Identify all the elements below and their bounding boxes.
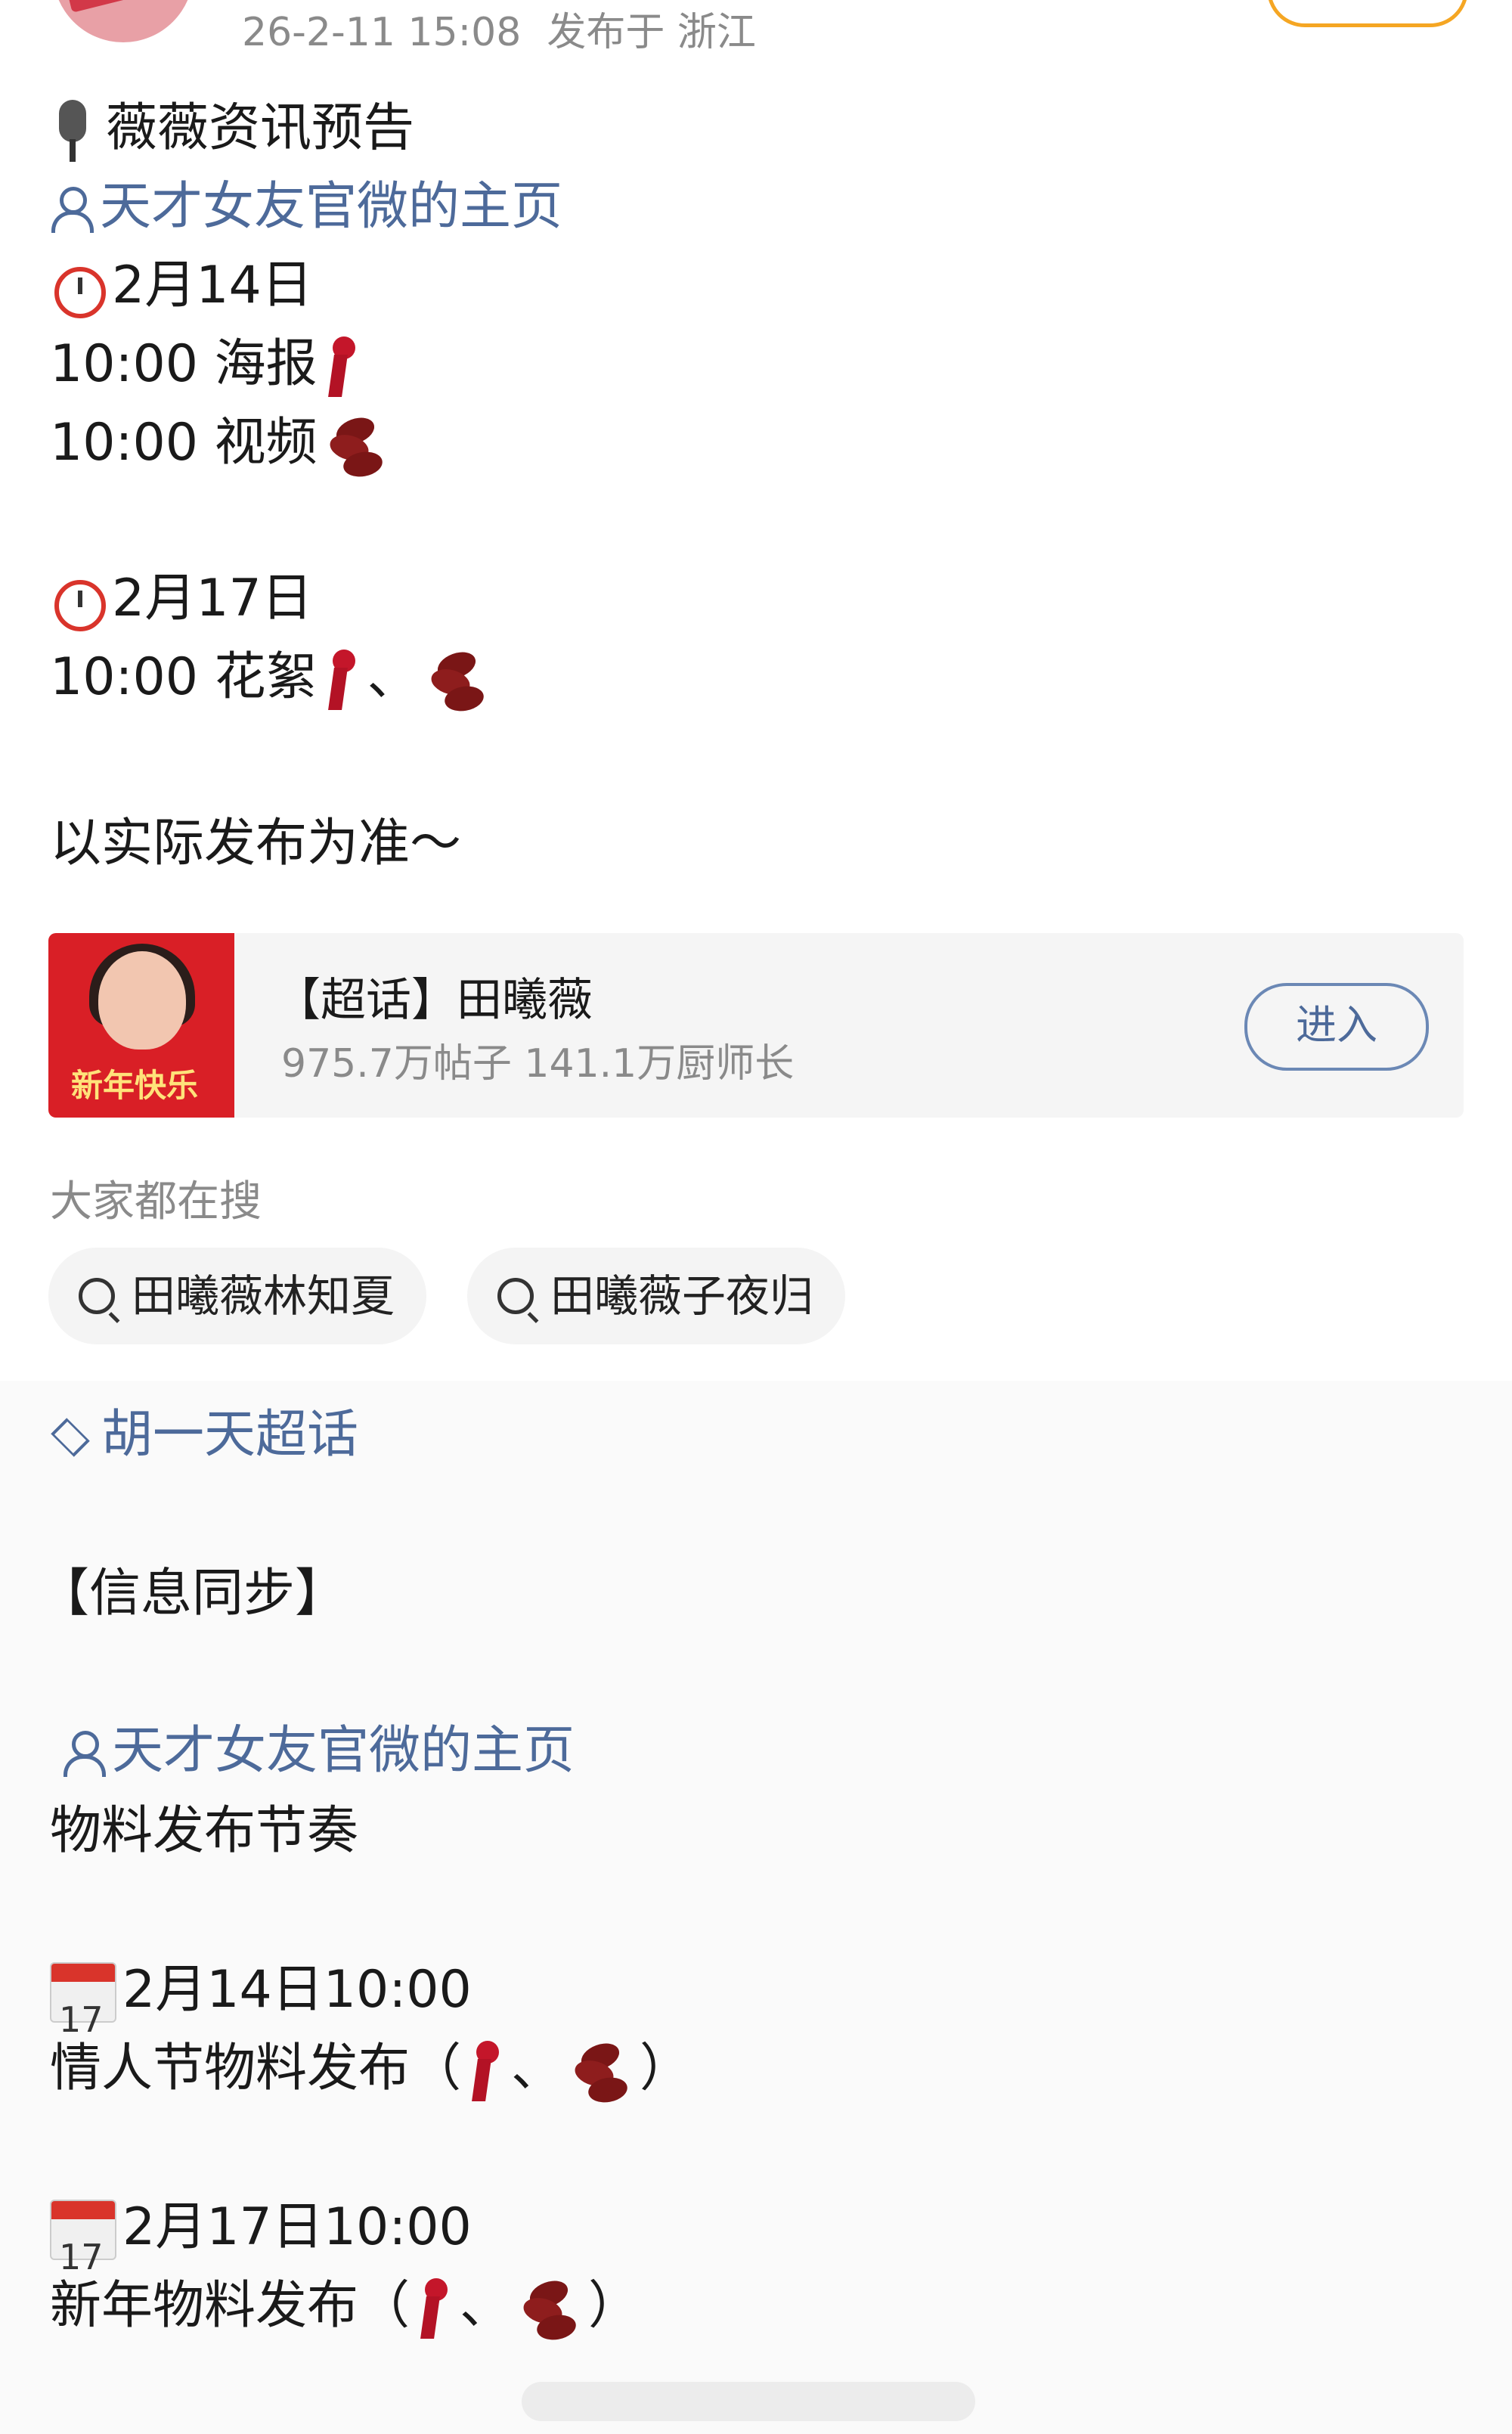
scarf-icon xyxy=(324,333,361,400)
search-icon xyxy=(497,1277,534,1314)
post-location: 发布于 浙江 xyxy=(547,10,756,55)
schedule-item: 10:00 视频 xyxy=(50,404,395,482)
event-desc: 情人节物料发布（、） xyxy=(50,2029,691,2108)
super-topic-card[interactable]: 新年快乐 【超话】田曦薇 975.7万帖子 141.1万厨师长 进入 xyxy=(48,933,1464,1118)
alarm-clock-icon xyxy=(50,261,106,319)
calendar-icon: 17 xyxy=(50,1962,116,2040)
search-chip[interactable]: 田曦薇林知夏 xyxy=(48,1248,427,1344)
post-title-line: 薇薇资讯预告 xyxy=(50,89,414,168)
person-icon xyxy=(62,1729,106,1778)
repost-subtitle: 物料发布节奏 xyxy=(50,1801,359,1861)
schedule-date-2: 2月17日 xyxy=(50,560,313,638)
post-title: 薇薇资讯预告 xyxy=(106,98,415,158)
schedule-date-1: 2月14日 xyxy=(50,247,313,325)
enter-button[interactable]: 进入 xyxy=(1244,983,1429,1071)
scarf-icon xyxy=(416,2275,454,2342)
event-datetime: 17 2月14日10:00 xyxy=(50,1951,472,2040)
topic-cover-image: 新年快乐 xyxy=(48,933,234,1118)
follow-button[interactable] xyxy=(1267,0,1468,27)
microphone-icon xyxy=(50,97,95,165)
repost-header: 【信息同步】 xyxy=(38,1564,347,1623)
mention-link[interactable]: 天才女友官微的主页 xyxy=(50,168,562,247)
beans-icon xyxy=(324,413,389,480)
person-icon xyxy=(50,185,94,234)
schedule-item: 10:00 花絮、 xyxy=(50,638,496,717)
cover-badge-text: 新年快乐 xyxy=(71,1067,199,1104)
alarm-clock-icon xyxy=(50,574,106,632)
post-meta: 26-2-11 15:08 发布于 浙江 xyxy=(242,0,756,57)
topic-title: 【超话】田曦薇 xyxy=(275,974,593,1027)
beans-icon xyxy=(517,2276,582,2343)
mention-link[interactable]: 天才女友官微的主页 xyxy=(62,1712,575,1791)
schedule-item: 10:00 海报 xyxy=(50,325,367,404)
beans-icon xyxy=(569,2039,634,2106)
post-time: 26-2-11 15:08 xyxy=(242,10,522,55)
search-label: 大家都在搜 xyxy=(50,1177,262,1226)
beans-icon xyxy=(425,647,490,715)
scarf-icon xyxy=(324,646,361,713)
post-note: 以实际发布为准～ xyxy=(50,814,462,873)
author-avatar[interactable] xyxy=(53,0,194,42)
search-chip[interactable]: 田曦薇子夜归 xyxy=(467,1248,846,1344)
mention-text: 天才女友官微的主页 xyxy=(100,177,563,237)
calendar-icon: 17 xyxy=(50,2200,116,2277)
event-datetime: 17 2月17日10:00 xyxy=(50,2188,472,2277)
diamond-icon xyxy=(51,1418,90,1458)
topic-stats: 975.7万帖子 141.1万厨师长 xyxy=(281,1041,795,1087)
topic-link[interactable]: 胡一天超话 xyxy=(50,1396,358,1474)
scarf-icon xyxy=(467,2038,505,2104)
search-icon xyxy=(79,1277,115,1314)
event-desc: 新年物料发布（、） xyxy=(50,2267,640,2346)
watermark xyxy=(522,2382,975,2421)
